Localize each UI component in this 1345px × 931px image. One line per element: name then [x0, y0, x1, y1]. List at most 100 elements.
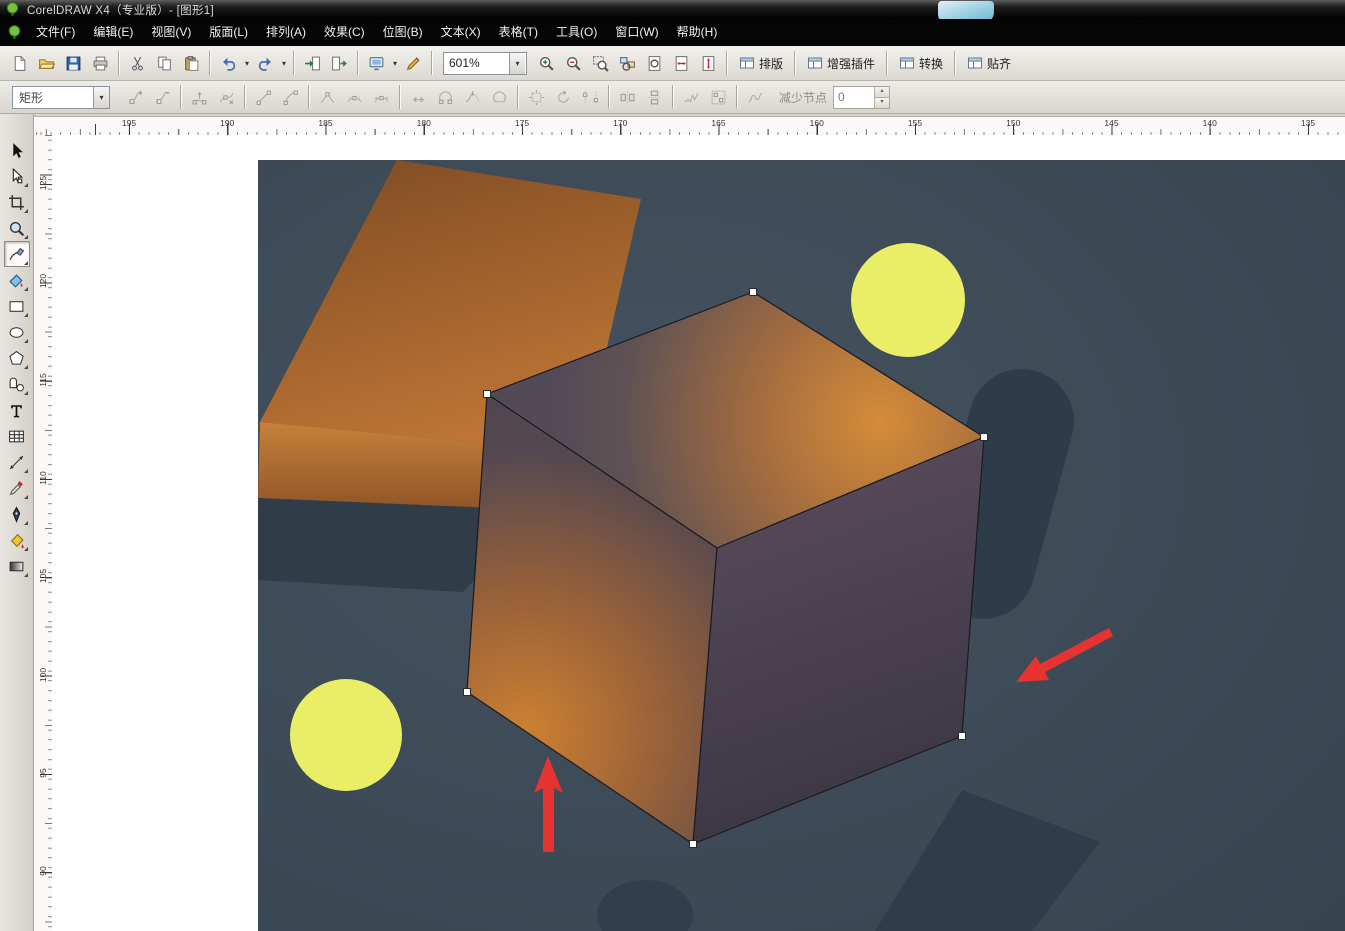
toolbar-text-button-3[interactable]: 贴齐 — [960, 51, 1018, 76]
zoom-height-button[interactable] — [695, 50, 722, 77]
copy-button[interactable] — [151, 50, 178, 77]
shape-type-combo[interactable]: 矩形 ▾ — [12, 86, 110, 109]
menu-item-3[interactable]: 版面(L) — [200, 19, 257, 46]
shape-tool-button[interactable] — [4, 163, 30, 189]
cusp-node-button[interactable] — [314, 84, 341, 111]
reduce-nodes-spinner[interactable]: ▴ ▾ — [833, 86, 890, 109]
zoom-width-button[interactable] — [668, 50, 695, 77]
cut-button[interactable] — [124, 50, 151, 77]
menu-item-2[interactable]: 视图(V) — [142, 19, 200, 46]
dimension-tool-button[interactable] — [4, 449, 30, 475]
menu-item-4[interactable]: 排列(A) — [257, 19, 315, 46]
close-curve-button[interactable] — [432, 84, 459, 111]
extract-subpath-button[interactable] — [459, 84, 486, 111]
symmetrical-node-button[interactable] — [368, 84, 395, 111]
eyedropper-tool-button[interactable] — [4, 475, 30, 501]
auto-close-button[interactable] — [486, 84, 513, 111]
reflect-vertical-button[interactable] — [641, 84, 668, 111]
horizontal-ruler[interactable]: 195190185180175170165160155150145140135 — [34, 116, 1345, 137]
pick-tool-icon — [8, 142, 25, 159]
zoom-tool-button[interactable] — [4, 215, 30, 241]
menu-item-11[interactable]: 帮助(H) — [668, 19, 727, 46]
menu-items: 文件(F)编辑(E)视图(V)版面(L)排列(A)效果(C)位图(B)文本(X)… — [27, 19, 726, 46]
outline-tool-button[interactable] — [4, 501, 30, 527]
undo-button[interactable] — [215, 50, 242, 77]
drawing-image[interactable] — [258, 160, 1345, 931]
selection-node[interactable] — [959, 733, 966, 740]
zoom-selected-button[interactable] — [587, 50, 614, 77]
application-launcher-button[interactable] — [363, 50, 390, 77]
menu-item-8[interactable]: 表格(T) — [490, 19, 547, 46]
stretch-nodes-button[interactable] — [523, 84, 550, 111]
menu-item-0[interactable]: 文件(F) — [27, 19, 84, 46]
zoom-tool-icon — [8, 220, 25, 237]
add-node-button[interactable] — [122, 84, 149, 111]
polygon-tool-button[interactable] — [4, 345, 30, 371]
rectangle-tool-button[interactable] — [4, 293, 30, 319]
zoom-out-button[interactable] — [560, 50, 587, 77]
import-button[interactable] — [299, 50, 326, 77]
basic-shapes-tool-button[interactable] — [4, 371, 30, 397]
macro-pen-button[interactable] — [400, 50, 427, 77]
vertical-ruler[interactable]: 1251201151101051009590 — [34, 135, 53, 931]
redo-dropdown-arrow-icon[interactable]: ▾ — [279, 59, 289, 68]
smooth-node-button[interactable] — [341, 84, 368, 111]
spin-up-button[interactable]: ▴ — [875, 87, 889, 98]
fill-tool-button[interactable] — [4, 527, 30, 553]
selection-node[interactable] — [981, 434, 988, 441]
break-curve-button[interactable] — [213, 84, 240, 111]
rotate-nodes-button[interactable] — [550, 84, 577, 111]
application-launcher-dropdown-arrow-icon[interactable]: ▾ — [390, 59, 400, 68]
menu-item-1[interactable]: 编辑(E) — [84, 19, 142, 46]
menu-item-5[interactable]: 效果(C) — [315, 19, 374, 46]
interactive-fill-tool-button[interactable] — [4, 553, 30, 579]
menu-item-6[interactable]: 位图(B) — [374, 19, 432, 46]
export-button[interactable] — [326, 50, 353, 77]
open-folder-button[interactable] — [33, 50, 60, 77]
reverse-direction-button[interactable] — [405, 84, 432, 111]
zoom-combo-arrow-icon[interactable]: ▾ — [509, 53, 525, 74]
shape-combo-arrow-icon[interactable]: ▾ — [93, 87, 109, 108]
align-nodes-button[interactable] — [577, 84, 604, 111]
toolbar-text-button-1[interactable]: 增强插件 — [800, 51, 882, 76]
zoom-in-button[interactable] — [533, 50, 560, 77]
freehand-tool-button[interactable] — [4, 241, 30, 267]
delete-node-button[interactable] — [149, 84, 176, 111]
elastic-mode-button[interactable] — [678, 84, 705, 111]
table-tool-button[interactable] — [4, 423, 30, 449]
selection-node[interactable] — [690, 841, 697, 848]
smart-fill-tool-button[interactable] — [4, 267, 30, 293]
print-button[interactable] — [87, 50, 114, 77]
text-tool-button[interactable] — [4, 397, 30, 423]
toolbar-text-button-2[interactable]: 转换 — [892, 51, 950, 76]
curve-smoothness-button[interactable] — [742, 84, 769, 111]
spin-down-button[interactable]: ▾ — [875, 98, 889, 108]
paste-button[interactable] — [178, 50, 205, 77]
selection-node[interactable] — [750, 289, 757, 296]
crop-tool-button[interactable] — [4, 189, 30, 215]
selection-node[interactable] — [484, 391, 491, 398]
menu-item-10[interactable]: 窗口(W) — [606, 19, 667, 46]
reflect-horizontal-button[interactable] — [614, 84, 641, 111]
redo-button[interactable] — [252, 50, 279, 77]
pick-tool-button[interactable] — [4, 137, 30, 163]
zoom-level-combo[interactable]: ▾ — [443, 52, 527, 75]
menu-item-7[interactable]: 文本(X) — [432, 19, 490, 46]
to-line-button[interactable] — [250, 84, 277, 111]
zoom-page-button[interactable] — [641, 50, 668, 77]
reduce-nodes-input[interactable] — [834, 89, 874, 105]
undo-dropdown-arrow-icon[interactable]: ▾ — [242, 59, 252, 68]
zoom-all-button[interactable] — [614, 50, 641, 77]
save-button[interactable] — [60, 50, 87, 77]
zoom-level-input[interactable] — [444, 55, 509, 71]
shape-tool-icon — [8, 168, 25, 185]
canvas[interactable] — [52, 135, 1345, 931]
select-all-nodes-button[interactable] — [705, 84, 732, 111]
new-document-button[interactable] — [6, 50, 33, 77]
menu-item-9[interactable]: 工具(O) — [547, 19, 606, 46]
toolbar-text-button-0[interactable]: 排版 — [732, 51, 790, 76]
join-nodes-button[interactable] — [186, 84, 213, 111]
ellipse-tool-button[interactable] — [4, 319, 30, 345]
to-curve-button[interactable] — [277, 84, 304, 111]
selection-node[interactable] — [464, 689, 471, 696]
